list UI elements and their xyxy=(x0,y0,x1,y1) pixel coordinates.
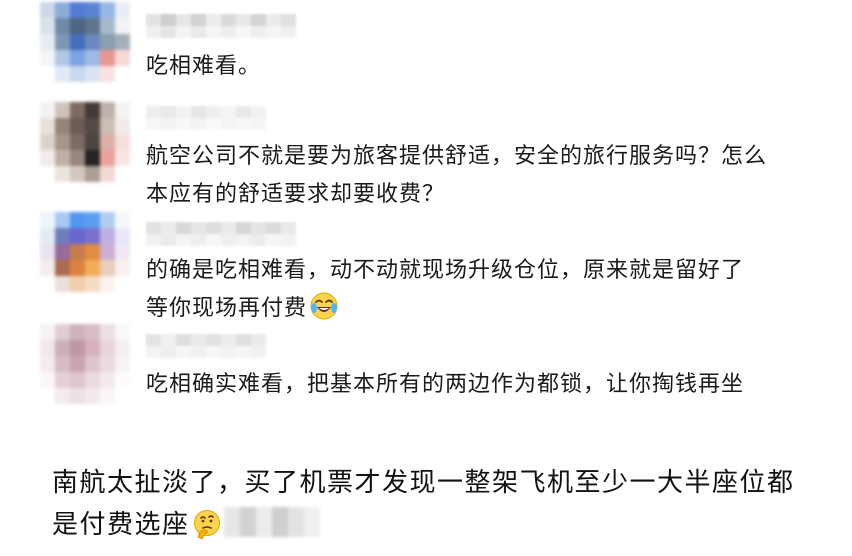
post-text: 南航太扯淡了，买了机票才发现一整架飞机至少一大半座位都是付费选座 xyxy=(52,462,812,546)
laughing-crying-emoji xyxy=(310,292,338,320)
avatar[interactable] xyxy=(40,2,130,82)
avatar[interactable] xyxy=(40,324,130,404)
comment-text: 航空公司不就是要为旅客提供舒适，安全的旅行服务吗？怎么本应有的舒适要求却要收费？ xyxy=(146,144,768,207)
username-blurred[interactable] xyxy=(146,106,266,130)
thinking-emoji xyxy=(193,510,220,539)
comment-text: 吃相确实难看，把基本所有的两边作为都锁，让你掏钱再坐 xyxy=(146,372,745,397)
username-blurred[interactable] xyxy=(146,334,266,358)
username-blurred[interactable] xyxy=(146,14,296,38)
avatar[interactable] xyxy=(40,212,130,292)
comment-text: 的确是吃相难看，动不动就现场升级仓位，原来就是留好了等你现场再付费 xyxy=(146,252,766,328)
mention-blurred[interactable] xyxy=(223,507,320,537)
avatar[interactable] xyxy=(40,102,130,182)
username-blurred[interactable] xyxy=(146,222,296,246)
comment-text: 吃相难看。 xyxy=(146,54,262,79)
post-text-content: 南航太扯淡了，买了机票才发现一整架飞机至少一大半座位都是付费选座 xyxy=(52,468,795,540)
comment-text-content: 的确是吃相难看，动不动就现场升级仓位，原来就是留好了等你现场再付费 xyxy=(146,258,745,321)
